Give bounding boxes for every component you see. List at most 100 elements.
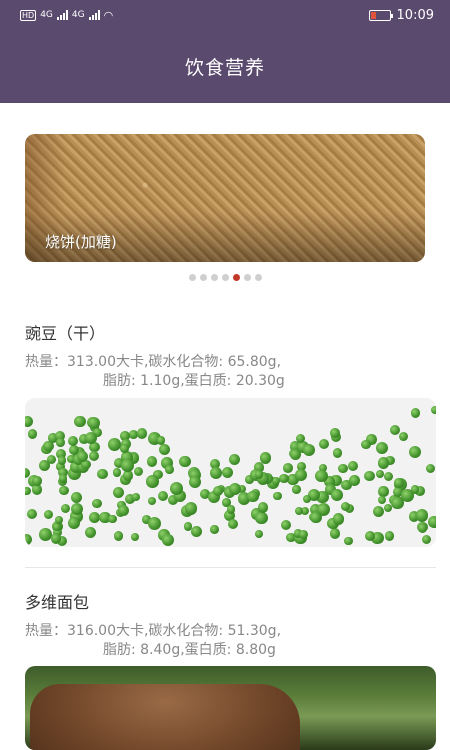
nutrition-line-2: 脂肪: 8.40g,蛋白质: 8.80g <box>103 642 276 658</box>
status-bar: HD 4G 4G ◠ 10:09 <box>0 0 450 30</box>
pea <box>97 468 109 480</box>
pea <box>164 465 174 474</box>
pea <box>319 438 330 449</box>
nutrition-line-2: 脂肪: 1.10g,蛋白质: 20.30g <box>103 373 285 389</box>
pea <box>364 471 375 482</box>
carousel-dot[interactable] <box>243 274 251 281</box>
pea <box>333 513 345 525</box>
pea <box>121 458 134 472</box>
pea <box>147 517 161 531</box>
pea <box>157 490 169 502</box>
pea <box>425 463 435 473</box>
pea <box>273 492 282 501</box>
pea <box>398 431 408 441</box>
food-nutrition: 热量：313.00大卡,碳水化合物: 65.80g, 脂肪: 1.10g,蛋白质… <box>25 353 425 391</box>
pea <box>148 497 157 506</box>
pea <box>146 475 159 488</box>
pea <box>255 511 268 525</box>
battery-icon <box>368 9 393 21</box>
pea <box>257 502 269 513</box>
food-title[interactable]: 豌豆（干） <box>25 320 105 344</box>
pea <box>179 455 191 467</box>
carousel-dot[interactable] <box>199 274 207 281</box>
status-right: 10:09 <box>368 7 434 23</box>
pea <box>212 485 223 496</box>
food-image-bread[interactable] <box>25 666 436 750</box>
pea <box>189 476 202 489</box>
pea <box>431 405 436 415</box>
pea <box>384 530 395 541</box>
pea <box>294 507 303 516</box>
pea <box>170 481 184 495</box>
pea <box>282 462 293 473</box>
pea <box>298 530 308 540</box>
carousel-dot[interactable] <box>210 274 218 281</box>
pea <box>107 514 117 524</box>
page-title: 饮食营养 <box>184 57 265 79</box>
pea <box>330 489 343 502</box>
pea <box>408 445 422 459</box>
divider <box>25 567 436 568</box>
pea <box>46 454 56 464</box>
pea <box>292 485 301 494</box>
carousel-dot-active[interactable] <box>232 274 240 281</box>
pea <box>107 437 121 451</box>
pea <box>383 472 393 482</box>
carousel-dot[interactable] <box>254 274 262 281</box>
pea <box>209 525 219 534</box>
pea <box>136 428 147 439</box>
status-left: HD 4G 4G ◠ <box>20 9 113 22</box>
pea <box>159 443 171 456</box>
pea <box>112 468 121 477</box>
pea <box>183 522 193 531</box>
pea <box>226 504 236 514</box>
pea <box>44 509 54 520</box>
pea <box>415 509 429 522</box>
pea <box>56 437 65 447</box>
pea <box>246 490 259 503</box>
pea <box>302 443 316 457</box>
pea <box>70 491 82 504</box>
carousel-indicator <box>0 274 450 281</box>
pea <box>378 495 387 504</box>
pea <box>361 439 372 450</box>
pea <box>400 489 414 503</box>
carousel-dot[interactable] <box>188 274 196 281</box>
pea <box>418 523 428 533</box>
food-image-peas[interactable] <box>25 398 436 547</box>
network-type-2: 4G <box>71 10 85 20</box>
pea <box>373 505 385 517</box>
banner-carousel[interactable]: 烧饼(加糖) <box>25 134 425 262</box>
pea <box>132 493 141 502</box>
pea <box>295 469 308 481</box>
food-nutrition: 热量：316.00大卡,碳水化合物: 51.30g, 脂肪: 8.40g,蛋白质… <box>25 622 425 660</box>
pea <box>280 519 292 530</box>
food-title[interactable]: 多维面包 <box>25 589 89 613</box>
pea <box>26 508 37 519</box>
pea <box>32 476 42 486</box>
pea <box>410 407 421 418</box>
pea <box>120 444 130 453</box>
pea <box>60 503 70 514</box>
bread-loaf-image <box>30 684 300 750</box>
pea <box>332 448 343 458</box>
pea <box>50 533 62 544</box>
pea <box>25 486 31 496</box>
nutrition-line-1: 热量：313.00大卡,碳水化合物: 65.80g, <box>25 354 282 370</box>
pea <box>130 533 139 542</box>
pea <box>161 533 174 546</box>
pea <box>347 460 358 471</box>
pea <box>349 475 360 486</box>
signal-icon-2 <box>88 10 100 20</box>
pea <box>68 516 81 529</box>
pea <box>279 473 289 484</box>
pea <box>57 456 66 465</box>
pea <box>27 429 38 439</box>
carousel-dot[interactable] <box>221 274 229 281</box>
network-type-1: 4G <box>40 10 53 20</box>
nutrition-line-1: 热量：316.00大卡,碳水化合物: 51.30g, <box>25 623 282 639</box>
clock: 10:09 <box>396 7 434 23</box>
pea <box>191 526 202 538</box>
pea <box>377 457 390 469</box>
pea <box>378 486 389 497</box>
